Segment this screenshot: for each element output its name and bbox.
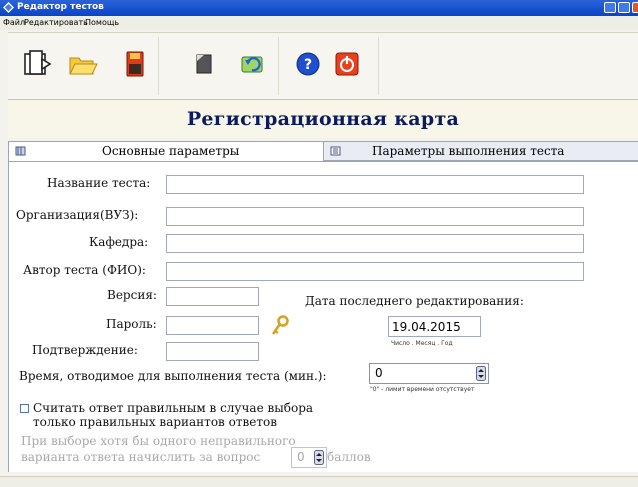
app-window: Редактор тестов Файл Редактировать Помощ… [0,0,638,487]
toolbar: ? [8,32,638,100]
toolbar-separator [378,37,379,95]
password-label: Пароль: [106,317,157,331]
menu-edit[interactable]: Редактировать [24,18,88,27]
department-input[interactable] [166,234,584,253]
save-icon[interactable] [118,47,152,81]
confirm-input[interactable] [166,342,259,361]
svg-text:?: ? [304,57,312,73]
maximize-button[interactable] [618,2,630,13]
menu-help[interactable]: Помощь [85,18,119,27]
app-logo-icon [3,2,14,13]
password-input[interactable] [166,316,259,335]
time-limit-value: 0 [375,366,383,380]
penalty-spinner-arrows-icon[interactable] [314,450,324,465]
department-label: Кафедра: [89,235,149,249]
penalty-label-line2: варианта ответа начислить за вопрос [21,450,261,464]
penalty-spinner[interactable]: 0 [291,447,327,468]
time-limit-hint: "0" - лимит времени отсутствует [370,386,475,393]
correct-only-checkbox[interactable] [20,404,29,413]
refresh-icon[interactable] [236,47,270,81]
penalty-value: 0 [297,450,305,464]
menu-bar: Файл Редактировать Помощь [0,16,638,30]
organization-label: Организация(ВУЗ): [16,208,139,222]
exit-icon[interactable] [330,47,364,81]
document-icon[interactable] [186,47,220,81]
title-bar: Редактор тестов [0,0,638,16]
open-folder-icon[interactable] [66,47,100,81]
heading-band: Регистрационная карта [8,100,638,138]
window-title: Редактор тестов [17,2,104,12]
last-edit-date-input[interactable] [388,316,481,337]
correct-only-label-line1: Считать ответ правильным в случае выбора [33,401,314,415]
toolbar-separator [158,37,159,95]
author-label: Автор теста (ФИО): [23,263,146,277]
toolbar-separator [278,37,279,95]
tab-params-icon [15,146,26,156]
help-icon[interactable]: ? [291,47,325,81]
menu-file[interactable]: Файл [3,18,25,27]
tab-main-params[interactable]: Основные параметры [8,141,324,161]
tab-main-params-label: Основные параметры [102,144,240,158]
tab-strip: Основные параметры Параметры выполнения … [8,141,638,161]
last-edit-label: Дата последнего редактирования: [305,294,524,308]
test-name-label: Название теста: [47,176,151,190]
close-button[interactable] [632,2,638,13]
page-title: Регистрационная карта [186,108,460,130]
penalty-label-line1: При выборе хотя бы одного неправильного [21,434,296,448]
organization-input[interactable] [166,207,584,226]
test-name-input[interactable] [166,175,584,194]
tab-execution-params-label: Параметры выполнения теста [372,144,565,158]
author-input[interactable] [166,262,584,281]
tab-list-icon [330,146,341,156]
version-label: Версия: [107,288,157,302]
tab-execution-params[interactable]: Параметры выполнения теста [324,141,638,161]
correct-only-label-line2: только правильных вариантов ответов [33,415,277,429]
minimize-button[interactable] [604,2,616,13]
date-format-hint: Число . Месяц . Год [391,340,453,347]
new-test-icon[interactable] [20,47,54,81]
time-limit-spinner[interactable]: 0 [369,363,489,384]
time-limit-label: Время, отводимое для выполнения теста (м… [19,369,327,383]
confirm-label: Подтверждение: [32,343,138,357]
version-input[interactable] [166,287,259,306]
spinner-arrows-icon[interactable] [476,366,486,381]
form-panel: Название теста: Организация(ВУЗ): Кафедр… [8,161,638,472]
keys-icon[interactable] [270,315,290,337]
penalty-unit-label: баллов [327,450,371,464]
status-bar [0,476,638,487]
